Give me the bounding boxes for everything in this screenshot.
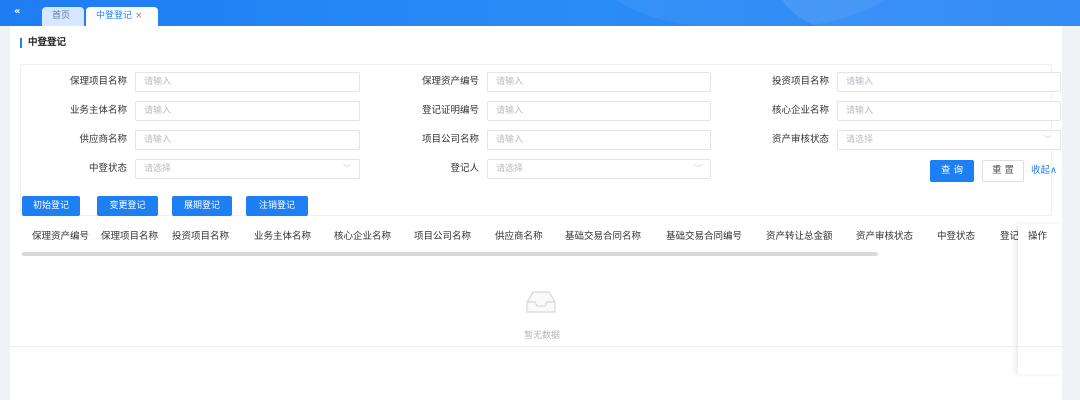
placeholder: 请输入 bbox=[144, 77, 172, 87]
collapse-filter-link[interactable]: 收起∧ bbox=[1031, 160, 1057, 182]
column-header: 基础交易合同名称 bbox=[565, 231, 642, 242]
chevron-down-icon: ﹀ bbox=[1044, 135, 1052, 144]
horizontal-scrollbar[interactable] bbox=[22, 252, 878, 256]
empty-state-text: 暂无数据 bbox=[523, 331, 560, 341]
project-company-name-input[interactable]: 请输入 bbox=[487, 130, 711, 150]
column-header-operation: 操作 bbox=[1028, 231, 1048, 242]
placeholder: 请输入 bbox=[144, 135, 172, 145]
placeholder: 请输入 bbox=[496, 135, 524, 145]
double-chevron-left-icon[interactable]: « bbox=[14, 6, 20, 17]
tab-home[interactable]: 首页 bbox=[42, 7, 84, 26]
operation-column: 操作 bbox=[1018, 224, 1062, 374]
filter-label: 资产审核状态 bbox=[771, 134, 829, 145]
empty-inbox-icon bbox=[526, 291, 556, 313]
chevron-down-icon: ﹀ bbox=[343, 164, 351, 173]
extension-register-button[interactable]: 展期登记 bbox=[172, 196, 232, 216]
business-entity-name-input[interactable]: 请输入 bbox=[135, 101, 360, 121]
column-header: 保理资产编号 bbox=[32, 231, 90, 242]
page-title: 中登登记 bbox=[20, 38, 66, 48]
column-header: 中登状态 bbox=[937, 231, 976, 242]
change-register-button[interactable]: 变更登记 bbox=[97, 196, 158, 216]
zhongdeng-status-select[interactable]: 请选择 ﹀ bbox=[135, 159, 360, 179]
top-bar: « 首页 中登登记 × bbox=[0, 0, 1080, 26]
factoring-project-name-input[interactable]: 请输入 bbox=[135, 72, 360, 92]
placeholder: 请选择 bbox=[496, 164, 524, 174]
filter-label: 核心企业名称 bbox=[771, 105, 829, 116]
column-header: 登记 bbox=[1000, 231, 1020, 242]
reset-button[interactable]: 重 置 bbox=[982, 160, 1024, 182]
tab-zhongdeng-register[interactable]: 中登登记 × bbox=[86, 7, 158, 26]
data-table: 保理资产编号 保理项目名称 投资项目名称 业务主体名称 核心企业名称 项目公司名… bbox=[22, 224, 1062, 374]
filter-label: 登记人 bbox=[450, 163, 479, 174]
supplier-name-input[interactable]: 请输入 bbox=[135, 130, 360, 150]
placeholder: 请输入 bbox=[496, 77, 524, 87]
column-header: 项目公司名称 bbox=[414, 231, 472, 242]
filter-label: 供应商名称 bbox=[79, 134, 127, 145]
placeholder: 请输入 bbox=[846, 77, 874, 87]
filter-label: 登记证明编号 bbox=[421, 105, 479, 116]
placeholder: 请输入 bbox=[846, 106, 874, 116]
filter-panel: 保理项目名称 请输入 保理资产编号 请输入 投资项目名称 请输入 业务主体名称 … bbox=[20, 64, 1061, 216]
column-header: 资产转让总金额 bbox=[766, 231, 833, 242]
placeholder: 请输入 bbox=[144, 106, 172, 116]
filter-label: 保理项目名称 bbox=[69, 76, 127, 87]
column-header: 基础交易合同编号 bbox=[666, 231, 743, 242]
investment-project-name-input[interactable]: 请输入 bbox=[837, 72, 1061, 92]
table-header: 保理资产编号 保理项目名称 投资项目名称 业务主体名称 核心企业名称 项目公司名… bbox=[22, 224, 1062, 250]
column-header: 核心企业名称 bbox=[334, 231, 392, 242]
column-header: 投资项目名称 bbox=[172, 231, 230, 242]
column-header: 资产审核状态 bbox=[856, 231, 914, 242]
filter-label: 项目公司名称 bbox=[421, 134, 479, 145]
cancel-register-button[interactable]: 注销登记 bbox=[246, 196, 308, 216]
asset-review-status-select[interactable]: 请选择 ﹀ bbox=[837, 130, 1061, 150]
column-header: 供应商名称 bbox=[495, 231, 543, 242]
registration-cert-number-input[interactable]: 请输入 bbox=[487, 101, 711, 121]
query-button[interactable]: 查 询 bbox=[930, 160, 974, 182]
core-enterprise-name-input[interactable]: 请输入 bbox=[837, 101, 1061, 121]
close-icon[interactable]: × bbox=[135, 11, 143, 21]
filter-label: 业务主体名称 bbox=[69, 105, 127, 116]
placeholder: 请输入 bbox=[496, 106, 524, 116]
column-header: 保理项目名称 bbox=[101, 231, 159, 242]
divider bbox=[10, 346, 1062, 347]
filter-label: 中登状态 bbox=[88, 163, 127, 174]
column-header: 业务主体名称 bbox=[254, 231, 312, 242]
tab-home-label: 首页 bbox=[52, 11, 71, 21]
initial-register-button[interactable]: 初始登记 bbox=[22, 196, 80, 216]
chevron-down-icon: ﹀ bbox=[694, 164, 702, 173]
placeholder: 请选择 bbox=[846, 135, 874, 145]
filter-label: 保理资产编号 bbox=[421, 76, 479, 87]
placeholder: 请选择 bbox=[144, 164, 172, 174]
filter-label: 投资项目名称 bbox=[771, 76, 829, 87]
tab-active-label: 中登登记 bbox=[96, 11, 133, 21]
factoring-asset-number-input[interactable]: 请输入 bbox=[487, 72, 711, 92]
registrant-select[interactable]: 请选择 ﹀ bbox=[487, 159, 711, 179]
